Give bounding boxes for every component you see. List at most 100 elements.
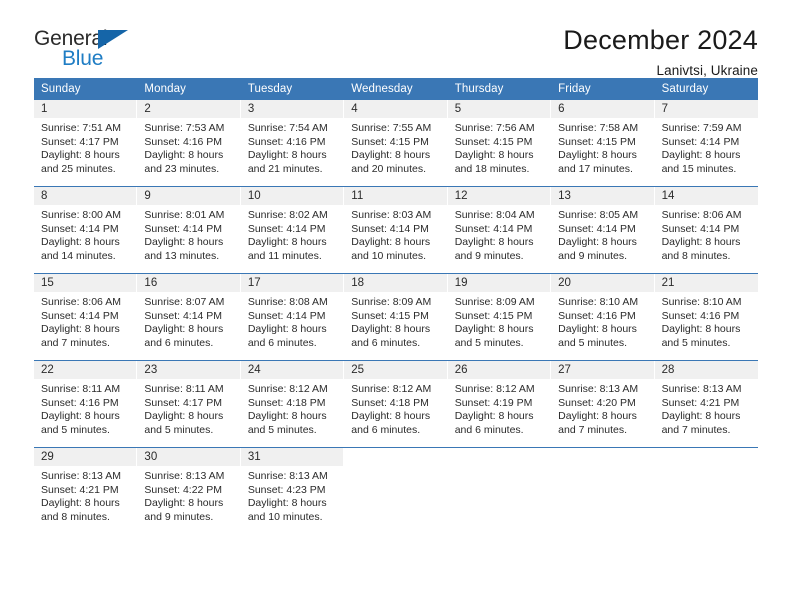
day-details [655,465,758,469]
calendar-day-cell[interactable]: 9 Sunrise: 8:01 AM Sunset: 4:14 PM Daylight… [137,187,241,267]
sunrise-text: Sunrise: 8:11 AM [41,383,121,395]
calendar-day-cell[interactable]: 3 Sunrise: 7:54 AM Sunset: 4:16 PM Daylight… [240,100,345,180]
daylight-text-cont: and 11 minutes. [247,249,322,262]
sunrise-text: Sunrise: 8:00 AM [41,209,121,221]
calendar-day-cell[interactable]: 4 Sunrise: 7:55 AM Sunset: 4:15 PM Daylight… [344,100,448,180]
calendar-day-cell[interactable]: 22 Sunrise: 8:11 AM Sunset: 4:16 PM Dayligh… [34,361,138,441]
day-number: 28 [654,361,758,379]
day-details: Sunrise: 8:13 AM Sunset: 4:22 PM Daylight:… [137,466,239,524]
sunrise-text: Sunrise: 8:07 AM [144,296,225,308]
weekday-saturday: Saturday [661,83,709,95]
calendar-day-cell[interactable]: 17 Sunrise: 8:08 AM Sunset: 4:14 PM Dayligh… [240,274,345,354]
sunset-text: Sunset: 4:14 PM [351,222,429,235]
sunset-text: Sunset: 4:15 PM [351,309,429,322]
calendar-day-cell[interactable]: 27 Sunrise: 8:13 AM Sunset: 4:20 PM Dayligh… [551,361,655,441]
daylight-text: Daylight: 8 hours [661,410,741,423]
calendar-day-cell[interactable]: 20 Sunrise: 8:10 AM Sunset: 4:16 PM Dayligh… [551,274,655,354]
calendar-day-cell[interactable]: 10 Sunrise: 8:02 AM Sunset: 4:14 PM Dayligh… [240,187,345,267]
calendar-day-cell[interactable]: 14 Sunrise: 8:06 AM Sunset: 4:14 PM Dayligh… [654,187,758,267]
day-details: Sunrise: 8:06 AM Sunset: 4:14 PM Daylight:… [34,292,136,350]
daylight-text-cont: and 7 minutes. [558,423,628,436]
daylight-text: Daylight: 8 hours [351,410,431,423]
calendar-day-cell[interactable]: 28 Sunrise: 8:13 AM Sunset: 4:21 PM Dayligh… [654,361,758,441]
calendar-weeks: 1 Sunrise: 7:51 AM Sunset: 4:17 PM Daylight… [34,100,758,528]
day-number: 23 [137,361,240,379]
daylight-text: Daylight: 8 hours [661,236,741,249]
calendar-day-cell[interactable]: 16 Sunrise: 8:07 AM Sunset: 4:14 PM Dayligh… [137,274,241,354]
page-subtitle: Lanivtsi, Ukraine [656,63,758,79]
day-details: Sunrise: 8:09 AM Sunset: 4:15 PM Daylight:… [448,292,550,350]
calendar-day-cell[interactable]: 30 Sunrise: 8:13 AM Sunset: 4:22 PM Dayligh… [137,448,241,528]
title-block: December 2024 Lanivtsi, Ukraine [563,25,758,79]
daylight-text: Daylight: 8 hours [247,323,327,336]
calendar-day-cell[interactable]: 5 Sunrise: 7:56 AM Sunset: 4:15 PM Daylight… [447,100,552,180]
daylight-text-cont: and 5 minutes. [454,336,524,349]
calendar-day-cell[interactable]: 13 Sunrise: 8:05 AM Sunset: 4:14 PM Dayligh… [551,187,655,267]
brand-logo[interactable]: General Blue [34,26,146,72]
day-number: 2 [137,100,240,118]
daylight-text-cont: and 23 minutes. [144,162,220,175]
daylight-text-cont: and 8 minutes. [661,249,731,262]
sunset-text: Sunset: 4:15 PM [351,135,429,148]
day-details: Sunrise: 8:11 AM Sunset: 4:16 PM Daylight:… [34,379,136,437]
calendar-day-cell[interactable]: 12 Sunrise: 8:04 AM Sunset: 4:14 PM Dayligh… [447,187,552,267]
daylight-text: Daylight: 8 hours [454,149,534,162]
day-details: Sunrise: 7:58 AM Sunset: 4:15 PM Daylight:… [551,118,653,176]
daylight-text: Daylight: 8 hours [144,410,224,423]
calendar-day-cell[interactable]: 25 Sunrise: 8:12 AM Sunset: 4:18 PM Dayligh… [344,361,448,441]
day-number: 18 [344,274,447,292]
day-details: Sunrise: 8:08 AM Sunset: 4:14 PM Daylight:… [241,292,343,350]
sunrise-text: Sunrise: 8:08 AM [247,296,328,308]
calendar-day-cell[interactable]: 21 Sunrise: 8:10 AM Sunset: 4:16 PM Dayligh… [654,274,758,354]
daylight-text: Daylight: 8 hours [41,323,120,336]
sunrise-text: Sunrise: 8:12 AM [247,383,328,395]
sunrise-text: Sunrise: 8:13 AM [558,383,639,395]
daylight-text-cont: and 21 minutes. [247,162,323,175]
daylight-text-cont: and 10 minutes. [351,249,426,262]
weekday-friday: Friday [558,83,591,95]
day-number: 9 [137,187,240,205]
daylight-text: Daylight: 8 hours [351,323,431,336]
daylight-text-cont: and 7 minutes. [41,336,110,349]
day-number: 15 [34,274,137,292]
day-number: 26 [447,361,551,379]
calendar-day-cell[interactable]: 24 Sunrise: 8:12 AM Sunset: 4:18 PM Dayligh… [240,361,345,441]
calendar-day-cell[interactable]: 7 Sunrise: 7:59 AM Sunset: 4:14 PM Daylight… [654,100,758,180]
calendar-day-cell[interactable]: 23 Sunrise: 8:11 AM Sunset: 4:17 PM Dayligh… [137,361,241,441]
day-details: Sunrise: 8:04 AM Sunset: 4:14 PM Daylight:… [448,205,550,263]
sunset-text: Sunset: 4:14 PM [41,309,119,322]
calendar-day-cell[interactable]: 31 Sunrise: 8:13 AM Sunset: 4:23 PM Dayligh… [240,448,345,528]
calendar-day-cell[interactable]: 11 Sunrise: 8:03 AM Sunset: 4:14 PM Dayligh… [344,187,448,267]
weekday-wednesday: Wednesday [351,83,413,95]
calendar-day-cell[interactable]: 2 Sunrise: 7:53 AM Sunset: 4:16 PM Daylight… [137,100,241,180]
calendar-day-cell[interactable]: 15 Sunrise: 8:06 AM Sunset: 4:14 PM Dayligh… [34,274,138,354]
day-number: 24 [240,361,344,379]
sunset-text: Sunset: 4:17 PM [41,135,119,148]
sunrise-text: Sunrise: 8:10 AM [558,296,639,308]
day-details: Sunrise: 8:12 AM Sunset: 4:18 PM Daylight:… [241,379,343,437]
sunset-text: Sunset: 4:19 PM [454,396,533,409]
calendar-day-cell[interactable]: 6 Sunrise: 7:58 AM Sunset: 4:15 PM Daylight… [551,100,655,180]
daylight-text-cont: and 6 minutes. [247,336,317,349]
sunrise-text: Sunrise: 8:11 AM [144,383,224,395]
day-details: Sunrise: 8:00 AM Sunset: 4:14 PM Daylight:… [34,205,136,263]
daylight-text: Daylight: 8 hours [247,236,327,249]
daylight-text-cont: and 7 minutes. [661,423,731,436]
page-title: December 2024 [563,25,758,55]
calendar-day-cell[interactable]: 19 Sunrise: 8:09 AM Sunset: 4:15 PM Dayligh… [447,274,552,354]
calendar-day-cell[interactable]: 29 Sunrise: 8:13 AM Sunset: 4:21 PM Dayligh… [34,448,138,528]
day-details: Sunrise: 8:13 AM Sunset: 4:20 PM Daylight:… [551,379,653,437]
daylight-text: Daylight: 8 hours [41,497,120,510]
daylight-text-cont: and 6 minutes. [351,336,421,349]
calendar-day-cell[interactable]: 8 Sunrise: 8:00 AM Sunset: 4:14 PM Daylight… [34,187,138,267]
day-number: 12 [447,187,551,205]
day-number: 22 [34,361,137,379]
sunset-text: Sunset: 4:16 PM [558,309,636,322]
sunset-text: Sunset: 4:18 PM [247,396,326,409]
daylight-text: Daylight: 8 hours [351,149,431,162]
calendar-day-cell[interactable]: 18 Sunrise: 8:09 AM Sunset: 4:15 PM Dayligh… [344,274,448,354]
sunrise-text: Sunrise: 8:12 AM [351,383,432,395]
calendar-day-cell[interactable]: 1 Sunrise: 7:51 AM Sunset: 4:17 PM Daylight… [34,100,138,180]
calendar-day-cell[interactable]: 26 Sunrise: 8:12 AM Sunset: 4:19 PM Dayligh… [447,361,552,441]
day-number [344,448,447,465]
